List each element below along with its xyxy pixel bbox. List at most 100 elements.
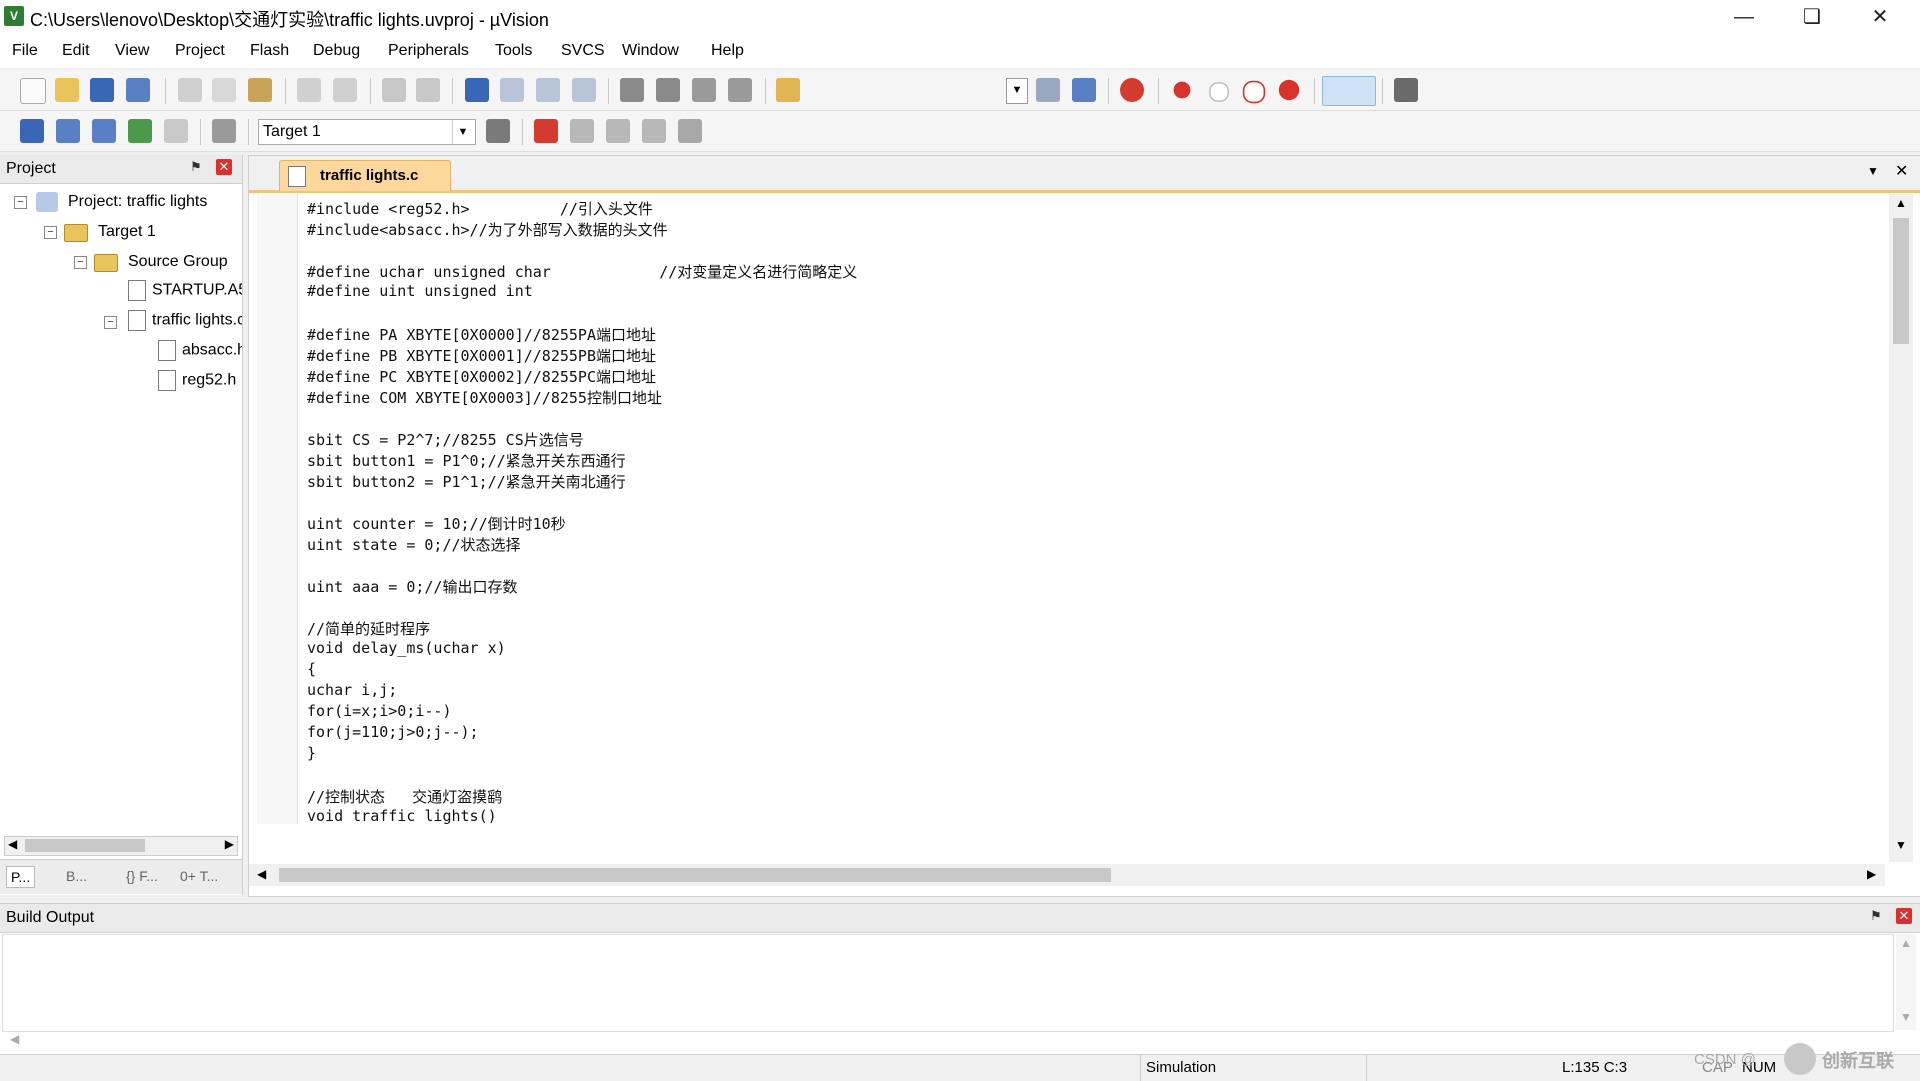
tab-books[interactable]: B... [66, 868, 87, 884]
batch-build-icon[interactable] [128, 119, 152, 143]
save-all-icon[interactable] [126, 78, 150, 102]
code-line[interactable]: //简单的延时程序 [307, 618, 430, 639]
copy-icon[interactable] [212, 78, 236, 102]
build-output-scrollbar[interactable]: ▲ ▼ [1896, 934, 1916, 1030]
uncomment-icon[interactable] [728, 78, 752, 102]
scroll-up-icon[interactable]: ▲ [1900, 936, 1912, 950]
code-line[interactable]: for(i=x;i>0;i--) [307, 702, 452, 720]
scroll-up-icon[interactable]: ▲ [1895, 196, 1907, 210]
project-horizontal-scrollbar[interactable]: ◀ ▶ [4, 836, 238, 856]
paste-icon[interactable] [248, 78, 272, 102]
insert-breakpoint-icon[interactable] [1173, 81, 1191, 99]
find-icon[interactable] [1036, 78, 1060, 102]
chevron-down-icon[interactable]: ▼ [452, 120, 473, 144]
clear-bookmarks-icon[interactable] [572, 78, 596, 102]
find-combo-dropdown[interactable]: ▼ [1006, 78, 1028, 104]
navigate-forward-icon[interactable] [416, 78, 440, 102]
code-line[interactable]: } [307, 744, 316, 762]
enable-breakpoint-icon[interactable] [1209, 82, 1229, 102]
code-line[interactable]: void traffic_lights() [307, 807, 497, 824]
tree-item-main-file[interactable]: − traffic lights.c [104, 310, 242, 336]
code-line[interactable]: #include<absacc.h>//为了外部写入数据的头文件 [307, 219, 668, 240]
menu-view[interactable]: View [115, 42, 149, 60]
scroll-right-icon[interactable]: ▶ [225, 837, 234, 851]
collapse-toggle-icon[interactable]: − [14, 196, 27, 209]
code-line[interactable]: void delay_ms(uchar x) [307, 639, 506, 657]
redo-icon[interactable] [333, 78, 357, 102]
scroll-down-icon[interactable]: ▼ [1895, 838, 1907, 852]
scroll-thumb[interactable] [1893, 218, 1909, 344]
code-line[interactable]: uchar i,j; [307, 681, 397, 699]
next-bookmark-icon[interactable] [536, 78, 560, 102]
menu-peripherals[interactable]: Peripherals [388, 42, 469, 60]
find-in-files-icon[interactable] [776, 78, 800, 102]
code-line[interactable]: #include <reg52.h> //引入头文件 [307, 198, 653, 219]
code-line[interactable]: { [307, 660, 316, 678]
target-select[interactable]: Target 1 ▼ [258, 119, 476, 145]
undo-icon[interactable] [297, 78, 321, 102]
options-for-target-icon[interactable] [486, 119, 510, 143]
menu-window[interactable]: Window [622, 42, 679, 60]
tree-item-absacc[interactable]: absacc.h [158, 340, 242, 366]
menu-flash[interactable]: Flash [250, 42, 289, 60]
indent-icon[interactable] [620, 78, 644, 102]
menu-debug[interactable]: Debug [313, 42, 360, 60]
window-layout-dropdown[interactable] [1322, 76, 1376, 106]
tab-project[interactable]: P... [6, 866, 36, 888]
tab-functions[interactable]: {} F... [126, 868, 158, 884]
code-line[interactable]: #define PB XBYTE[0X0001]//8255PB端口地址 [307, 345, 656, 366]
code-line[interactable]: #define PA XBYTE[0X0000]//8255PA端口地址 [307, 324, 656, 345]
stop-build-icon[interactable] [164, 119, 188, 143]
kill-breakpoints-icon[interactable] [1278, 79, 1300, 101]
pack-installer-icon[interactable] [642, 119, 666, 143]
menu-svcs[interactable]: SVCS [561, 42, 605, 60]
build-output-text[interactable] [2, 934, 1894, 1032]
tab-list-dropdown-icon[interactable]: ▼ [1867, 164, 1879, 178]
code-line[interactable]: sbit button2 = P1^1;//紧急开关南北通行 [307, 471, 626, 492]
code-line[interactable]: //控制状态 交通灯盗摸鹞 [307, 786, 502, 807]
download-load-icon[interactable] [212, 119, 236, 143]
incremental-find-icon[interactable] [1072, 78, 1096, 102]
menu-project[interactable]: Project [175, 42, 225, 60]
collapse-toggle-icon[interactable]: − [44, 226, 57, 239]
cut-icon[interactable] [178, 78, 202, 102]
minimize-button[interactable]: — [1710, 0, 1778, 34]
close-window-button[interactable]: ✕ [1846, 0, 1914, 34]
tree-item-reg52[interactable]: reg52.h [158, 370, 242, 396]
scroll-left-icon[interactable]: ◀ [257, 867, 266, 881]
comment-icon[interactable] [692, 78, 716, 102]
scroll-thumb[interactable] [279, 868, 1111, 882]
scroll-down-icon[interactable]: ▼ [1900, 1010, 1912, 1024]
tree-item-startup[interactable]: STARTUP.A51 [128, 280, 242, 306]
disable-breakpoints-icon[interactable] [1242, 80, 1266, 104]
code-line[interactable]: #define PC XBYTE[0X0002]//8255PC端口地址 [307, 366, 656, 387]
scroll-right-icon[interactable]: ▶ [1867, 867, 1876, 881]
code-area[interactable]: #include <reg52.h> //引入头文件 #include<absac… [249, 194, 1885, 824]
configure-tools-icon[interactable] [1394, 78, 1418, 102]
pin-icon[interactable]: ⚑ [1870, 908, 1882, 924]
translate-icon[interactable] [20, 119, 44, 143]
code-line[interactable]: for(j=110;j>0;j--); [307, 723, 479, 741]
start-debug-icon[interactable] [1120, 78, 1144, 102]
code-line[interactable]: uint aaa = 0;//输出口存数 [307, 576, 517, 597]
build-icon[interactable] [56, 119, 80, 143]
new-file-icon[interactable] [20, 78, 46, 104]
menu-help[interactable]: Help [711, 42, 744, 60]
code-line[interactable]: sbit button1 = P1^0;//紧急开关东西通行 [307, 450, 626, 471]
code-line[interactable]: #define uchar unsigned char //对变量定义名进行简略… [307, 261, 857, 282]
collapse-toggle-icon[interactable]: − [74, 256, 87, 269]
close-panel-icon[interactable]: ✕ [1896, 908, 1912, 924]
close-tab-icon[interactable]: ✕ [1895, 161, 1908, 181]
open-file-icon[interactable] [55, 78, 79, 102]
code-line[interactable]: uint state = 0;//状态选择 [307, 534, 521, 555]
scroll-thumb[interactable] [25, 839, 145, 852]
save-icon[interactable] [90, 78, 114, 102]
select-packs-icon[interactable] [570, 119, 594, 143]
menu-tools[interactable]: Tools [495, 42, 532, 60]
editor-tab-traffic-lights[interactable]: traffic lights.c [279, 160, 451, 191]
previous-bookmark-icon[interactable] [500, 78, 524, 102]
manage-project-items-icon[interactable] [534, 119, 558, 143]
scroll-left-icon[interactable]: ◀ [8, 837, 17, 851]
code-line[interactable]: #define uint unsigned int [307, 282, 533, 300]
menu-file[interactable]: File [12, 42, 38, 60]
